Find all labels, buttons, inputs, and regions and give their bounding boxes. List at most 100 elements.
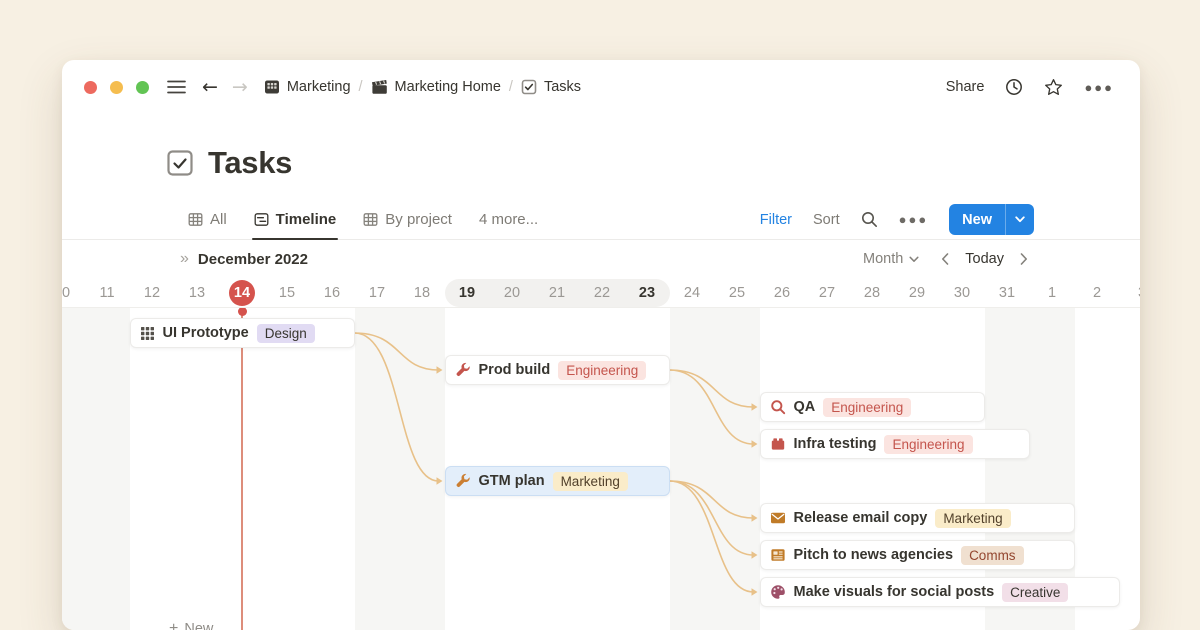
date-cell[interactable]: 25 [715, 280, 760, 306]
task-bar-pitch-to-news-agencies[interactable]: Pitch to news agenciesComms [760, 540, 1075, 570]
date-cell[interactable]: 17 [355, 280, 400, 306]
date-cell[interactable]: 29 [895, 280, 940, 306]
date-cell[interactable]: 31 [985, 280, 1030, 306]
breadcrumb-item[interactable]: Tasks [521, 79, 581, 95]
share-button[interactable]: Share [946, 79, 985, 95]
close-window-button[interactable] [84, 81, 97, 94]
timeline-body: UI PrototypeDesign Prod buildEngineering Q… [62, 308, 1140, 630]
date-cell[interactable]: 23 [625, 280, 670, 306]
table-icon [363, 212, 378, 227]
tab-label: All [210, 211, 227, 228]
envelope-icon [770, 510, 786, 526]
back-arrow-icon[interactable]: ← [202, 78, 218, 97]
task-bar-gtm-plan[interactable]: GTM planMarketing [445, 466, 670, 496]
view-tabs-row: All Timeline By project 4 more... Filter So… [62, 200, 1140, 240]
date-cell[interactable]: 19 [445, 280, 490, 306]
expand-sidebar-icon[interactable]: » [180, 250, 189, 268]
clock-icon[interactable] [1005, 78, 1023, 96]
task-bar-ui-prototype[interactable]: UI PrototypeDesign [130, 318, 355, 348]
more-options-icon[interactable]: ●●● [1084, 81, 1114, 94]
task-label: Release email copy [794, 510, 928, 526]
task-bar-release-email-copy[interactable]: Release email copy Marketing [760, 503, 1075, 533]
date-cell[interactable]: 22 [580, 280, 625, 306]
breadcrumb-label: Marketing Home [395, 79, 501, 95]
checkbox-icon[interactable] [166, 149, 194, 177]
task-tag: Marketing [553, 472, 628, 491]
next-period-icon[interactable] [1020, 253, 1028, 265]
search-icon[interactable] [861, 211, 878, 228]
date-cell[interactable]: 26 [760, 280, 805, 306]
date-cell[interactable]: 24 [670, 280, 715, 306]
projector-screen-icon [264, 79, 280, 95]
month-label: December 2022 [198, 251, 308, 268]
task-label: Infra testing [794, 436, 877, 452]
app-window: ← → Marketing/Marketing Home/Tasks Share… [62, 60, 1140, 630]
plus-icon: + [169, 620, 178, 630]
zoom-select-label[interactable]: Month [863, 251, 903, 267]
task-bar-infra-testing[interactable]: Infra testingEngineering [760, 429, 1030, 459]
view-tabs: All Timeline By project 4 more... [188, 200, 538, 239]
new-button[interactable]: New [949, 204, 1034, 235]
star-icon[interactable] [1044, 78, 1063, 97]
filter-button[interactable]: Filter [760, 212, 792, 228]
breadcrumb-separator: / [509, 79, 513, 95]
page-title: Tasks [208, 145, 292, 181]
checkbox-icon [521, 79, 537, 95]
task-tag: Creative [1002, 583, 1068, 602]
breadcrumb-item[interactable]: Marketing Home [371, 79, 501, 95]
date-cell[interactable]: 28 [850, 280, 895, 306]
task-bar-prod-build[interactable]: Prod buildEngineering [445, 355, 670, 385]
date-cell[interactable]: 14 [220, 280, 265, 306]
zoom-window-button[interactable] [136, 81, 149, 94]
breadcrumb-label: Tasks [544, 79, 581, 95]
today-button[interactable]: Today [965, 251, 1004, 267]
date-cell[interactable]: 21 [535, 280, 580, 306]
date-cell[interactable]: 20 [490, 280, 535, 306]
date-cell[interactable]: 16 [310, 280, 355, 306]
tab-label: 4 more... [479, 211, 538, 228]
date-cell[interactable]: 2 [1075, 280, 1120, 306]
date-cell[interactable]: 10 [62, 280, 85, 306]
new-button-label[interactable]: New [949, 204, 1005, 235]
breadcrumb-item[interactable]: Marketing [264, 79, 351, 95]
wrench-red-icon [455, 362, 471, 378]
date-cell[interactable]: 13 [175, 280, 220, 306]
date-cell[interactable]: 18 [400, 280, 445, 306]
timeline-date-row: 1011121314151617181920212223242526272829… [62, 278, 1140, 308]
minimize-window-button[interactable] [110, 81, 123, 94]
timeline-icon [254, 212, 269, 227]
chevron-down-icon[interactable] [1005, 204, 1034, 235]
sidebar-toggle-icon[interactable] [167, 80, 186, 94]
task-label: QA [794, 399, 816, 415]
magnifier-icon [770, 399, 786, 415]
tab-by-project[interactable]: By project [363, 200, 452, 239]
breadcrumb-label: Marketing [287, 79, 351, 95]
timeline-zoom-select[interactable]: Month [863, 251, 919, 267]
tab-label: By project [385, 211, 452, 228]
task-bar-qa[interactable]: QAEngineering [760, 392, 985, 422]
task-bar-make-visuals[interactable]: Make visuals for social posts Creative [760, 577, 1120, 607]
date-cell[interactable]: 3 [1120, 280, 1141, 306]
forward-arrow-icon[interactable]: → [232, 78, 248, 97]
prev-period-icon[interactable] [941, 253, 949, 265]
date-cell[interactable]: 1 [1030, 280, 1075, 306]
date-cell[interactable]: 30 [940, 280, 985, 306]
brick-icon [770, 436, 786, 452]
tab-timeline[interactable]: Timeline [254, 200, 337, 239]
date-cell[interactable]: 11 [85, 280, 130, 306]
task-label: Make visuals for social posts [794, 584, 995, 600]
date-cell[interactable]: 12 [130, 280, 175, 306]
task-tag: Design [257, 324, 315, 343]
wrench-orange-icon [455, 473, 471, 489]
timeline-header: » December 2022 Month Today [62, 240, 1140, 278]
new-task-button[interactable]: +New [169, 620, 213, 630]
task-tag: Marketing [935, 509, 1010, 528]
traffic-lights [84, 81, 149, 94]
view-options-icon[interactable]: ●●● [899, 213, 929, 226]
tab-4-more[interactable]: 4 more... [479, 200, 538, 239]
sort-button[interactable]: Sort [813, 212, 840, 228]
table-icon [188, 212, 203, 227]
date-cell[interactable]: 15 [265, 280, 310, 306]
tab-all[interactable]: All [188, 200, 227, 239]
date-cell[interactable]: 27 [805, 280, 850, 306]
